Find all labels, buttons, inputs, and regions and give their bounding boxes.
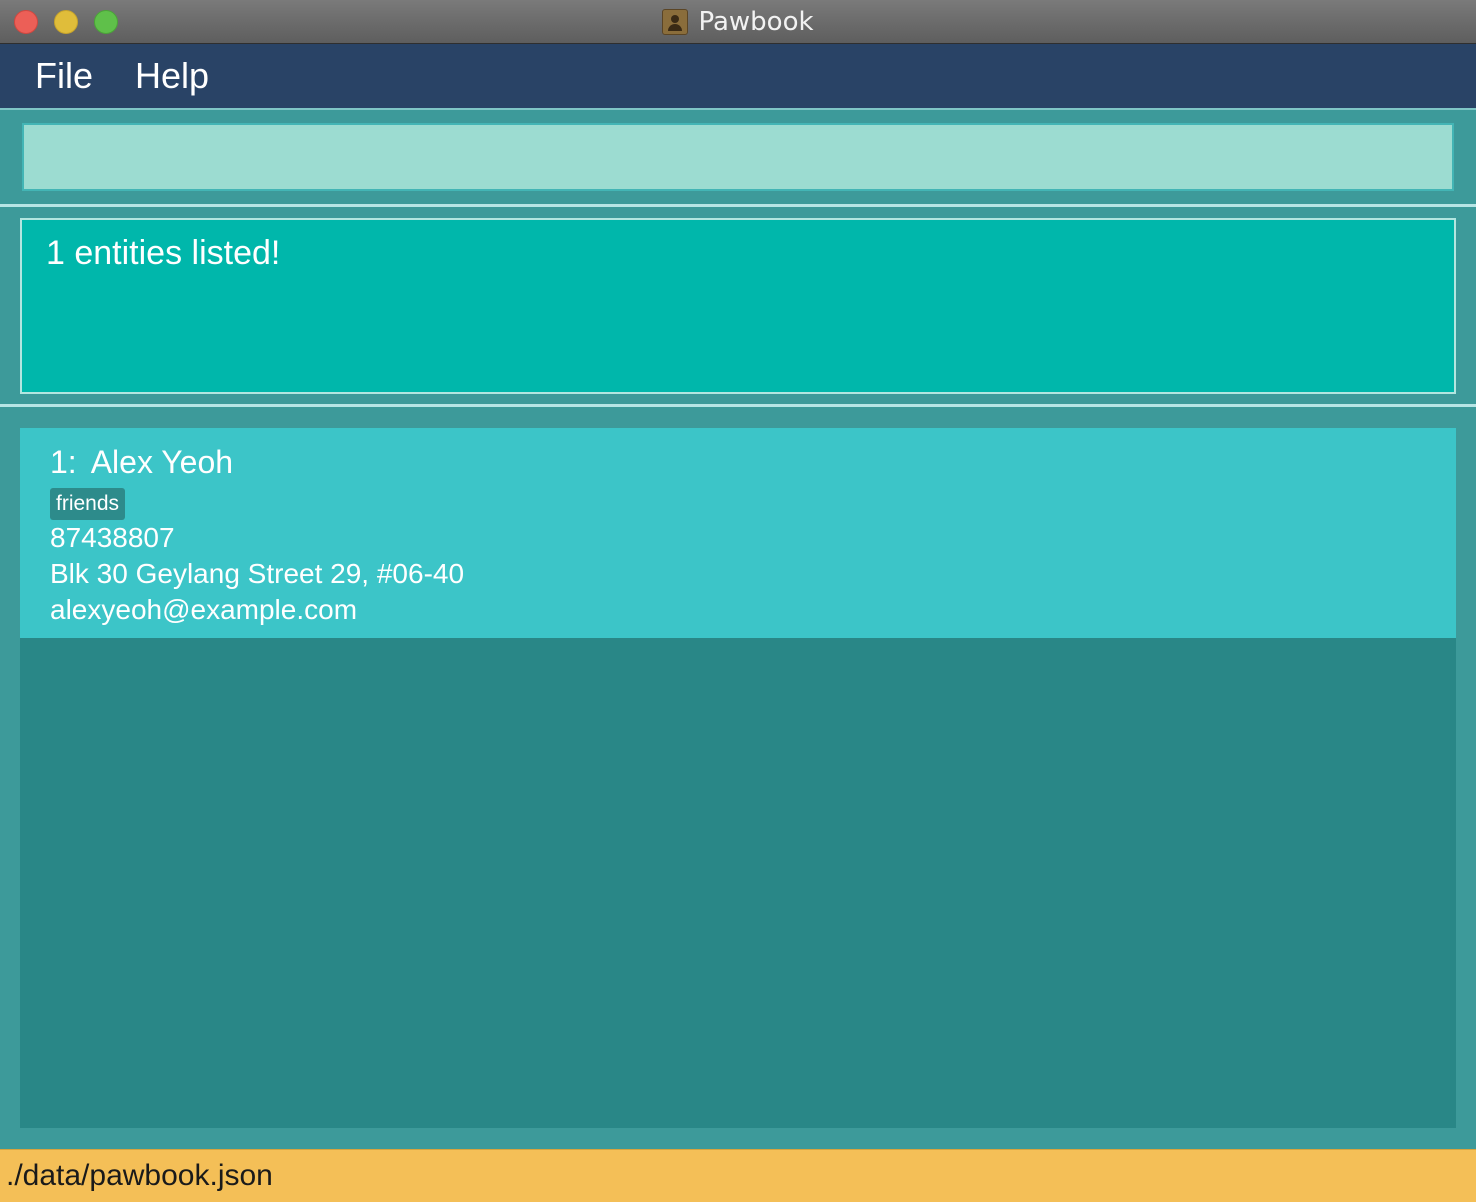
divider	[0, 204, 1476, 207]
title-bar[interactable]: Pawbook	[0, 0, 1476, 44]
card-header: 1: Alex Yeoh	[50, 444, 1426, 484]
command-input[interactable]	[22, 123, 1454, 191]
window-title: Pawbook	[698, 7, 814, 37]
tag-badge: friends	[50, 488, 126, 520]
card-index: 1:	[50, 444, 77, 480]
divider	[0, 404, 1476, 407]
command-box-container	[0, 112, 1476, 204]
result-display: 1 entities listed!	[20, 218, 1456, 394]
file-path-status: ./data/pawbook.json	[6, 1159, 273, 1192]
card-address: Blk 30 Geylang Street 29, #06-40	[50, 558, 465, 589]
menu-help[interactable]: Help	[135, 55, 209, 97]
menu-bar: File Help	[0, 44, 1476, 110]
status-bar: ./data/pawbook.json	[0, 1149, 1476, 1202]
entity-list-panel[interactable]: 1: Alex Yeoh friends 87438807 Blk 30 Gey…	[20, 428, 1456, 1128]
address-book-icon	[662, 9, 689, 35]
card-phone: 87438807	[50, 522, 175, 553]
card-email: alexyeoh@example.com	[50, 594, 358, 625]
card-name: Alex Yeoh	[90, 444, 234, 480]
entity-card[interactable]: 1: Alex Yeoh friends 87438807 Blk 30 Gey…	[20, 428, 1456, 638]
menu-file[interactable]: File	[35, 55, 93, 97]
app-window: Pawbook File Help 1 entities listed! 1: …	[0, 0, 1476, 1202]
title-wrap: Pawbook	[0, 0, 1476, 44]
result-message: 1 entities listed!	[46, 234, 281, 272]
